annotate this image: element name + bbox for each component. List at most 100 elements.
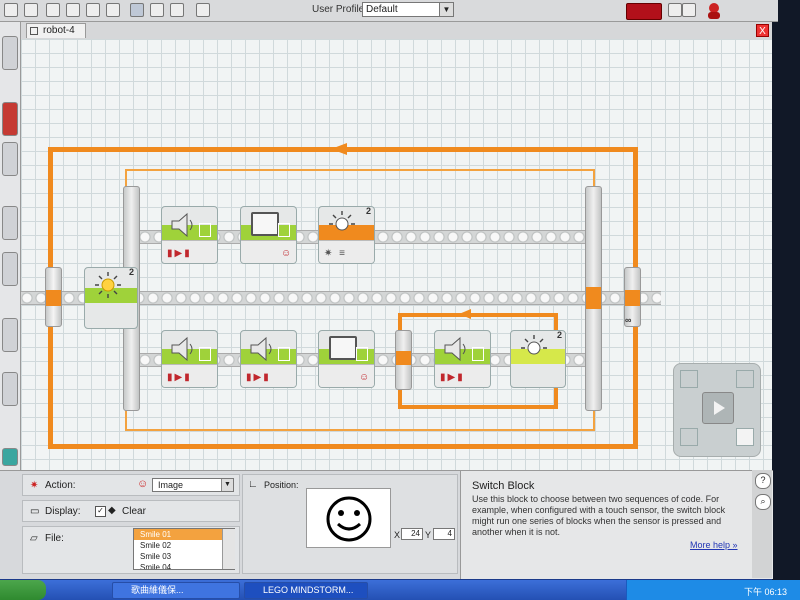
palette-stop-icon[interactable] [2, 102, 18, 136]
chevron-down-icon[interactable]: ▼ [221, 479, 233, 491]
loop-light-sensor-block[interactable]: 2 [510, 330, 566, 388]
start-button[interactable] [0, 580, 46, 600]
list-item[interactable]: Smile 04 [134, 562, 234, 569]
arrow-up-icon [356, 347, 368, 361]
light-sensor-icon [95, 272, 121, 298]
help-person-icon[interactable] [704, 2, 726, 19]
user-profile-value: Default [366, 4, 398, 15]
chevron-down-icon[interactable]: ▼ [439, 3, 453, 16]
arrow-up-icon [199, 223, 211, 237]
new-icon[interactable] [4, 3, 18, 17]
download-run-button[interactable] [680, 370, 698, 388]
inner-loop-start-bar[interactable] [395, 330, 412, 390]
file-label: File: [45, 533, 64, 544]
smiley-face-icon [326, 496, 372, 542]
loop-direction-arrow-icon [331, 143, 347, 155]
palette-loop-icon[interactable] [2, 318, 18, 352]
switch-end-bar[interactable] [585, 186, 602, 411]
magnifier-icon[interactable]: ⌕ [755, 494, 771, 510]
stop-button[interactable] [736, 428, 754, 446]
file-list[interactable]: Smile 01 Smile 02 Smile 03 Smile 04 [133, 528, 235, 570]
port-number: 2 [128, 267, 134, 277]
close-icon[interactable]: X [756, 24, 769, 37]
light-sensor-block[interactable]: 2 ✷ ≡ [318, 206, 375, 264]
clock: 下午 06:13 [744, 587, 788, 597]
x-input[interactable]: 24 [401, 528, 423, 540]
program-icon [30, 27, 38, 35]
user-profile-select[interactable]: Default ▼ [362, 2, 454, 17]
light-sensor-icon [521, 335, 547, 355]
eraser-icon: ◆ [108, 505, 116, 516]
x-label: X [394, 530, 401, 540]
y-input[interactable]: 4 [433, 528, 455, 540]
pointer-tool-icon[interactable] [130, 3, 144, 17]
display-block-1[interactable]: ☺ [240, 206, 297, 264]
help-side-bar: ? ⌕ [752, 470, 772, 578]
custom-palette-icon[interactable] [196, 3, 210, 17]
palette-complete-icon[interactable] [2, 448, 18, 466]
smiley-small-icon: ☺ [137, 478, 149, 490]
infinity-icon: ∞ [625, 315, 632, 325]
help-title: Switch Block [472, 480, 535, 492]
copy-icon[interactable] [46, 3, 60, 17]
display-block-2[interactable]: ☺ [318, 330, 375, 388]
help-icon[interactable]: ? [755, 473, 771, 489]
sound-block-3[interactable]: ▮▶▮ [240, 330, 297, 388]
arrow-up-icon [472, 347, 484, 361]
inner-loop-bottom-wire [398, 405, 558, 409]
display-icon [251, 212, 279, 236]
comment-tool-icon[interactable] [170, 3, 184, 17]
list-item[interactable]: Smile 02 [134, 540, 234, 551]
palette-record-icon[interactable] [2, 142, 18, 176]
download-icon[interactable] [682, 3, 696, 17]
sound-block-2[interactable]: ▮▶▮ [161, 330, 218, 388]
nxt-controller [673, 363, 761, 457]
help-text: Use this block to choose between two seq… [472, 494, 726, 537]
loop-start-bar[interactable] [45, 267, 62, 327]
sound-settings-icons: ▮▶▮ [246, 372, 271, 383]
run-selected-button[interactable] [736, 370, 754, 388]
taskbar-button-2[interactable]: LEGO MINDSTORM... [244, 582, 368, 599]
list-item[interactable]: Smile 03 [134, 551, 234, 562]
taskbar-button-1[interactable]: 歌曲維儀保... [112, 582, 240, 599]
palette-switch-icon[interactable] [2, 372, 18, 406]
display-icon: ▭ [30, 506, 40, 517]
smiley-small-icon: ☺ [359, 372, 372, 383]
outer-loop-bottom-wire [48, 444, 638, 449]
position-icon: ∟ [248, 479, 258, 490]
action-select[interactable]: Image ▼ [152, 478, 234, 492]
undo-icon[interactable] [86, 3, 100, 17]
switch-light-sensor-block[interactable]: 2 [84, 267, 138, 329]
file-list-scrollbar[interactable] [222, 529, 235, 569]
open-icon[interactable] [24, 3, 38, 17]
palette-display-icon[interactable] [2, 206, 18, 240]
speaker-icon [444, 336, 466, 362]
pan-tool-icon[interactable] [150, 3, 164, 17]
palette-move-icon[interactable] [2, 36, 18, 70]
sound-block-4[interactable]: ▮▶▮ [434, 330, 491, 388]
tab-bar [21, 22, 772, 40]
paste-icon[interactable] [66, 3, 80, 17]
switch-bottom-wire [125, 429, 595, 431]
clear-checkbox[interactable]: ✓ [95, 506, 106, 517]
image-preview[interactable] [306, 488, 391, 548]
speaker-icon [171, 336, 193, 362]
switch-top-wire [125, 169, 595, 171]
action-label: Action: [45, 480, 76, 491]
palette-wait-icon[interactable] [2, 252, 18, 286]
arrow-up-icon [278, 347, 290, 361]
programming-canvas[interactable]: ∞ 2 ▮▶▮ ☺ 2 ✷ ≡ ▮▶▮ ▮▶▮ ☺ ▮▶▮ 2 [21, 39, 772, 470]
more-help-link[interactable]: More help » [690, 540, 738, 550]
inner-loop-arrow-icon [459, 309, 471, 319]
display-label: Display: [45, 506, 81, 517]
list-item[interactable]: Smile 01 [134, 529, 234, 540]
run-program-button[interactable] [702, 392, 734, 424]
sound-settings-icons: ▮▶▮ [167, 372, 192, 383]
redo-icon[interactable] [106, 3, 120, 17]
sound-block-1[interactable]: ▮▶▮ [161, 206, 218, 264]
download-button[interactable] [680, 428, 698, 446]
nxt-window-icon[interactable] [668, 3, 682, 17]
nxt-battery-icon[interactable] [626, 3, 662, 20]
user-profile-label: User Profile: [312, 4, 368, 15]
clear-label: Clear [122, 506, 146, 517]
